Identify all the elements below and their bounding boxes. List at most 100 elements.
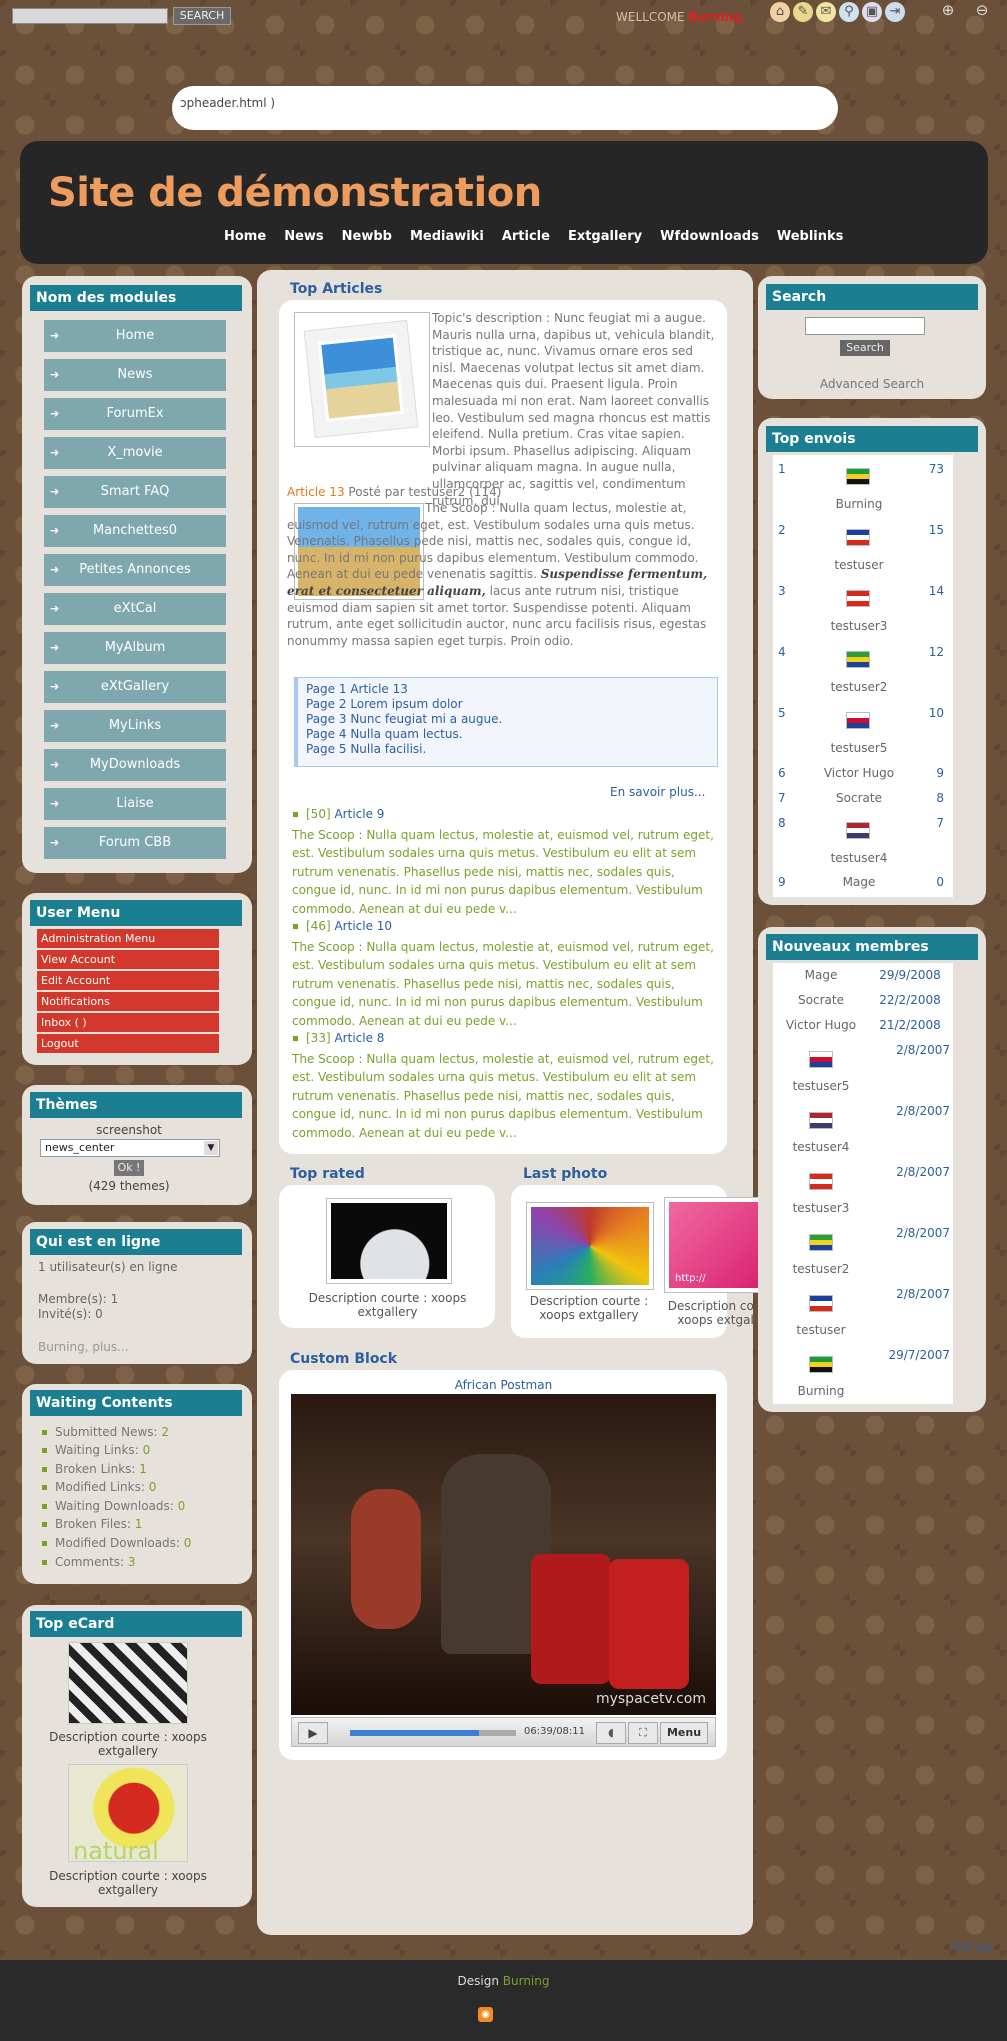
module-petites-annonces[interactable]: Petites Annonces	[44, 554, 226, 586]
waiting-item[interactable]: Modified Links: 0	[42, 1480, 156, 1494]
sender-name[interactable]: testuser3	[804, 619, 914, 633]
member-name[interactable]: testuser	[776, 1323, 866, 1337]
page-link[interactable]: Page 5 Nulla facilisi.	[306, 742, 709, 757]
volume-icon[interactable]: ◖	[596, 1722, 626, 1744]
welcome-label: WELLCOME	[616, 10, 685, 24]
video-title[interactable]: African Postman	[291, 1378, 716, 1392]
nav-extgallery[interactable]: Extgallery	[559, 229, 651, 244]
page-link[interactable]: Page 2 Lorem ipsum dolor	[306, 697, 709, 712]
logout-link[interactable]: Logout	[37, 1034, 219, 1053]
online-more-link[interactable]: Burning, plus...	[38, 1340, 129, 1354]
member-name[interactable]: testuser3	[776, 1201, 866, 1215]
theme-select[interactable]: news_center ▼	[40, 1139, 220, 1157]
module-liaise[interactable]: Liaise	[44, 788, 226, 820]
last-photo-1[interactable]	[526, 1202, 654, 1290]
member-name[interactable]: Burning	[776, 1384, 866, 1398]
edit-account-link[interactable]: Edit Account	[37, 971, 219, 990]
article-8-link[interactable]: Article 8	[334, 1031, 384, 1045]
ecard-image-2[interactable]: natural	[68, 1764, 188, 1862]
module-x-movie[interactable]: X_movie	[44, 437, 226, 469]
member-name[interactable]: testuser5	[776, 1079, 866, 1093]
page-link[interactable]: Page 3 Nunc feugiat mi a augue.	[306, 712, 709, 727]
nav-news[interactable]: News	[275, 229, 332, 244]
top-search-button[interactable]: SEARCH	[173, 7, 231, 25]
member-name[interactable]: Victor Hugo	[776, 1018, 866, 1032]
flag-icon	[846, 822, 870, 839]
member-name[interactable]: testuser2	[776, 1262, 866, 1276]
top-envois-title: Top envois	[766, 426, 978, 452]
back-to-top-link[interactable]: TOP top	[950, 1941, 994, 1954]
video-menu-button[interactable]: Menu	[660, 1722, 708, 1744]
fullscreen-icon[interactable]: ⛶	[628, 1722, 658, 1744]
module-mylinks[interactable]: MyLinks	[44, 710, 226, 742]
module-forum-cbb[interactable]: Forum CBB	[44, 827, 226, 859]
admin-menu-link[interactable]: Administration Menu	[37, 929, 219, 948]
sender-name[interactable]: testuser	[804, 558, 914, 572]
article-10-link[interactable]: Article 10	[334, 919, 392, 933]
member-name[interactable]: Mage	[776, 968, 866, 982]
article-9-link[interactable]: Article 9	[334, 807, 384, 821]
topic-image[interactable]	[294, 312, 430, 447]
nav-mediawiki[interactable]: Mediawiki	[401, 229, 493, 244]
waiting-item[interactable]: Broken Files: 1	[42, 1517, 142, 1531]
site-title[interactable]: Site de démonstration	[48, 170, 542, 216]
search-icon[interactable]: ⚲	[839, 2, 859, 22]
welcome-username[interactable]: Burning	[688, 10, 741, 24]
nav-weblinks[interactable]: Weblinks	[768, 229, 853, 244]
waiting-item[interactable]: Submitted News: 2	[42, 1425, 169, 1439]
search-button[interactable]: Search	[840, 340, 890, 356]
article-13-link[interactable]: Article 13	[287, 485, 345, 499]
module-extgallery[interactable]: eXtGallery	[44, 671, 226, 703]
waiting-item[interactable]: Waiting Links: 0	[42, 1443, 150, 1457]
video-player[interactable]: myspacetv.com	[291, 1394, 716, 1715]
notifications-link[interactable]: Notifications	[37, 992, 219, 1011]
view-account-link[interactable]: View Account	[37, 950, 219, 969]
module-myalbum[interactable]: MyAlbum	[44, 632, 226, 664]
video-progress-track[interactable]	[350, 1730, 516, 1736]
nav-wfdownloads[interactable]: Wfdownloads	[651, 229, 768, 244]
play-icon[interactable]: ▶	[298, 1722, 328, 1744]
zoom-out-icon[interactable]: ⊖	[972, 0, 992, 20]
monitor-icon[interactable]: ▣	[862, 2, 882, 22]
module-manchettes[interactable]: Manchettes0	[44, 515, 226, 547]
module-forumex[interactable]: ForumEx	[44, 398, 226, 430]
top-rated-image[interactable]	[326, 1198, 452, 1284]
module-mydownloads[interactable]: MyDownloads	[44, 749, 226, 781]
page-link[interactable]: Page 4 Nulla quam lectus.	[306, 727, 709, 742]
page-link[interactable]: Page 1 Article 13	[306, 682, 709, 697]
search-input[interactable]	[805, 317, 925, 335]
sender-name[interactable]: Socrate	[804, 791, 914, 805]
nav-newbb[interactable]: Newbb	[333, 229, 401, 244]
waiting-item[interactable]: Waiting Downloads: 0	[42, 1499, 185, 1513]
waiting-item[interactable]: Comments: 3	[42, 1555, 136, 1569]
sender-name[interactable]: testuser5	[804, 741, 914, 755]
ecard-image-1[interactable]	[68, 1642, 188, 1724]
waiting-item[interactable]: Broken Links: 1	[42, 1462, 147, 1476]
nav-home[interactable]: Home	[215, 229, 275, 244]
edit-icon[interactable]: ✎	[793, 2, 813, 22]
home-icon[interactable]: ⌂	[770, 2, 790, 22]
sender-name[interactable]: Mage	[804, 875, 914, 889]
logout-icon[interactable]: ⇥	[885, 2, 905, 22]
inbox-link[interactable]: Inbox ( )	[37, 1013, 219, 1032]
module-extcal[interactable]: eXtCal	[44, 593, 226, 625]
read-more-link[interactable]: En savoir plus...	[610, 785, 705, 799]
module-home[interactable]: Home	[44, 320, 226, 352]
waiting-item[interactable]: Modified Downloads: 0	[42, 1536, 191, 1550]
nav-article[interactable]: Article	[493, 229, 559, 244]
zoom-in-icon[interactable]: ⊕	[938, 0, 958, 20]
module-smart-faq[interactable]: Smart FAQ	[44, 476, 226, 508]
sender-name[interactable]: testuser2	[804, 680, 914, 694]
advanced-search-link[interactable]: Advanced Search	[766, 377, 978, 391]
chat-icon[interactable]: ✉	[816, 2, 836, 22]
member-name[interactable]: testuser4	[776, 1140, 866, 1154]
member-name[interactable]: Socrate	[776, 993, 866, 1007]
sender-name[interactable]: testuser4	[804, 851, 914, 865]
theme-ok-button[interactable]: Ok !	[114, 1160, 144, 1176]
top-search-input[interactable]	[12, 8, 168, 24]
rss-icon[interactable]: ◉	[478, 2007, 493, 2022]
module-news[interactable]: News	[44, 359, 226, 391]
sender-name[interactable]: Victor Hugo	[804, 766, 914, 780]
footer-author-link[interactable]: Burning	[503, 1974, 550, 1988]
sender-name[interactable]: Burning	[804, 497, 914, 511]
